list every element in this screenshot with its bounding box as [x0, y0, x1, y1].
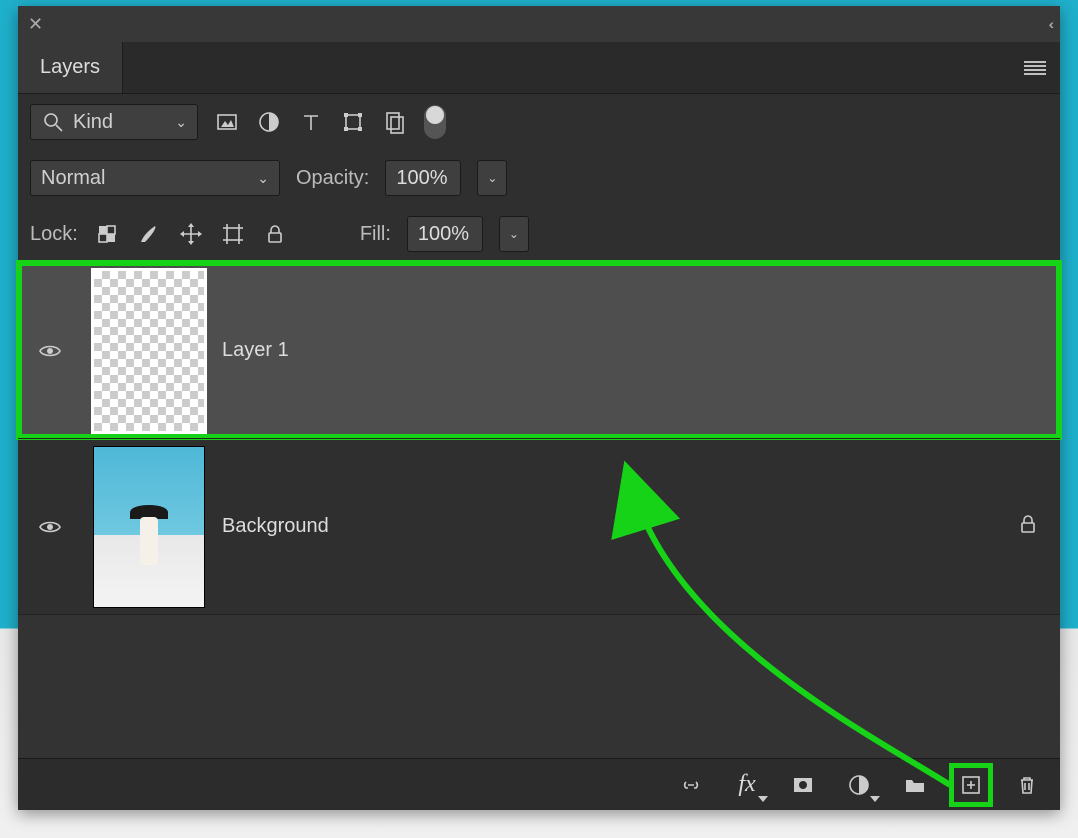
- filter-row: Kind ⌄: [18, 94, 1060, 150]
- tab-label: Layers: [40, 56, 100, 79]
- visibility-toggle[interactable]: [18, 515, 82, 539]
- layer-name[interactable]: Background: [222, 515, 329, 538]
- link-layers-icon[interactable]: [676, 770, 706, 800]
- layer-row[interactable]: Layer 1: [18, 262, 1060, 438]
- filter-adjustment-icon[interactable]: [256, 109, 282, 135]
- panel-menu-icon[interactable]: [1010, 42, 1060, 93]
- chevron-down-icon: ⌄: [257, 170, 269, 187]
- lock-icon[interactable]: [1016, 512, 1040, 542]
- layer-row[interactable]: Background: [18, 438, 1060, 614]
- blend-mode-value: Normal: [41, 167, 105, 190]
- lock-paint-icon[interactable]: [136, 221, 162, 247]
- opacity-input[interactable]: 100%: [385, 160, 461, 196]
- opacity-dropdown-icon[interactable]: ⌄: [477, 160, 507, 196]
- blend-row: Normal ⌄ Opacity: 100% ⌄: [18, 150, 1060, 206]
- eye-icon: [38, 339, 62, 363]
- panel-titlebar: ✕ ‹‹: [18, 6, 1060, 42]
- lock-all-icon[interactable]: [262, 221, 288, 247]
- new-group-icon[interactable]: [900, 770, 930, 800]
- search-icon: [41, 110, 65, 134]
- lock-label: Lock:: [30, 223, 78, 246]
- layer-thumbnail[interactable]: [94, 447, 204, 607]
- opacity-label: Opacity:: [296, 167, 369, 190]
- fill-input[interactable]: 100%: [407, 216, 483, 252]
- filter-shape-icon[interactable]: [340, 109, 366, 135]
- panel-tabs: Layers: [18, 42, 1060, 94]
- opacity-value: 100%: [396, 167, 447, 190]
- close-icon[interactable]: ✕: [28, 14, 43, 35]
- filter-smartobject-icon[interactable]: [382, 109, 408, 135]
- delete-layer-icon[interactable]: [1012, 770, 1042, 800]
- layer-thumbnail[interactable]: [94, 271, 204, 431]
- layer-style-icon[interactable]: fx: [732, 770, 762, 800]
- layers-panel: ✕ ‹‹ Layers Kind ⌄: [18, 6, 1060, 810]
- lock-artboard-icon[interactable]: [220, 221, 246, 247]
- fill-dropdown-icon[interactable]: ⌄: [499, 216, 529, 252]
- collapse-icon[interactable]: ‹‹: [1049, 16, 1050, 32]
- visibility-toggle[interactable]: [18, 339, 82, 363]
- lock-transparent-icon[interactable]: [94, 221, 120, 247]
- tab-spacer: [123, 42, 1010, 93]
- filter-pixel-icon[interactable]: [214, 109, 240, 135]
- tab-layers[interactable]: Layers: [18, 42, 123, 93]
- filter-type-icon[interactable]: [298, 109, 324, 135]
- add-mask-icon[interactable]: [788, 770, 818, 800]
- layers-empty-area: [18, 614, 1060, 758]
- layer-name[interactable]: Layer 1: [222, 339, 289, 362]
- eye-icon: [38, 515, 62, 539]
- blend-mode-dropdown[interactable]: Normal ⌄: [30, 160, 280, 196]
- new-layer-icon[interactable]: [956, 770, 986, 800]
- toggle-knob: [426, 106, 444, 124]
- layers-list: Layer 1 Background: [18, 262, 1060, 758]
- filter-kind-label: Kind: [73, 111, 113, 134]
- layers-bottom-bar: fx: [18, 758, 1060, 810]
- filter-toggle[interactable]: [424, 105, 446, 139]
- chevron-down-icon: ⌄: [175, 114, 187, 131]
- lock-row: Lock: Fill: 100% ⌄: [18, 206, 1060, 262]
- lock-position-icon[interactable]: [178, 221, 204, 247]
- add-adjustment-icon[interactable]: [844, 770, 874, 800]
- fill-label: Fill:: [360, 223, 391, 246]
- filter-kind-dropdown[interactable]: Kind ⌄: [30, 104, 198, 140]
- fill-value: 100%: [418, 223, 469, 246]
